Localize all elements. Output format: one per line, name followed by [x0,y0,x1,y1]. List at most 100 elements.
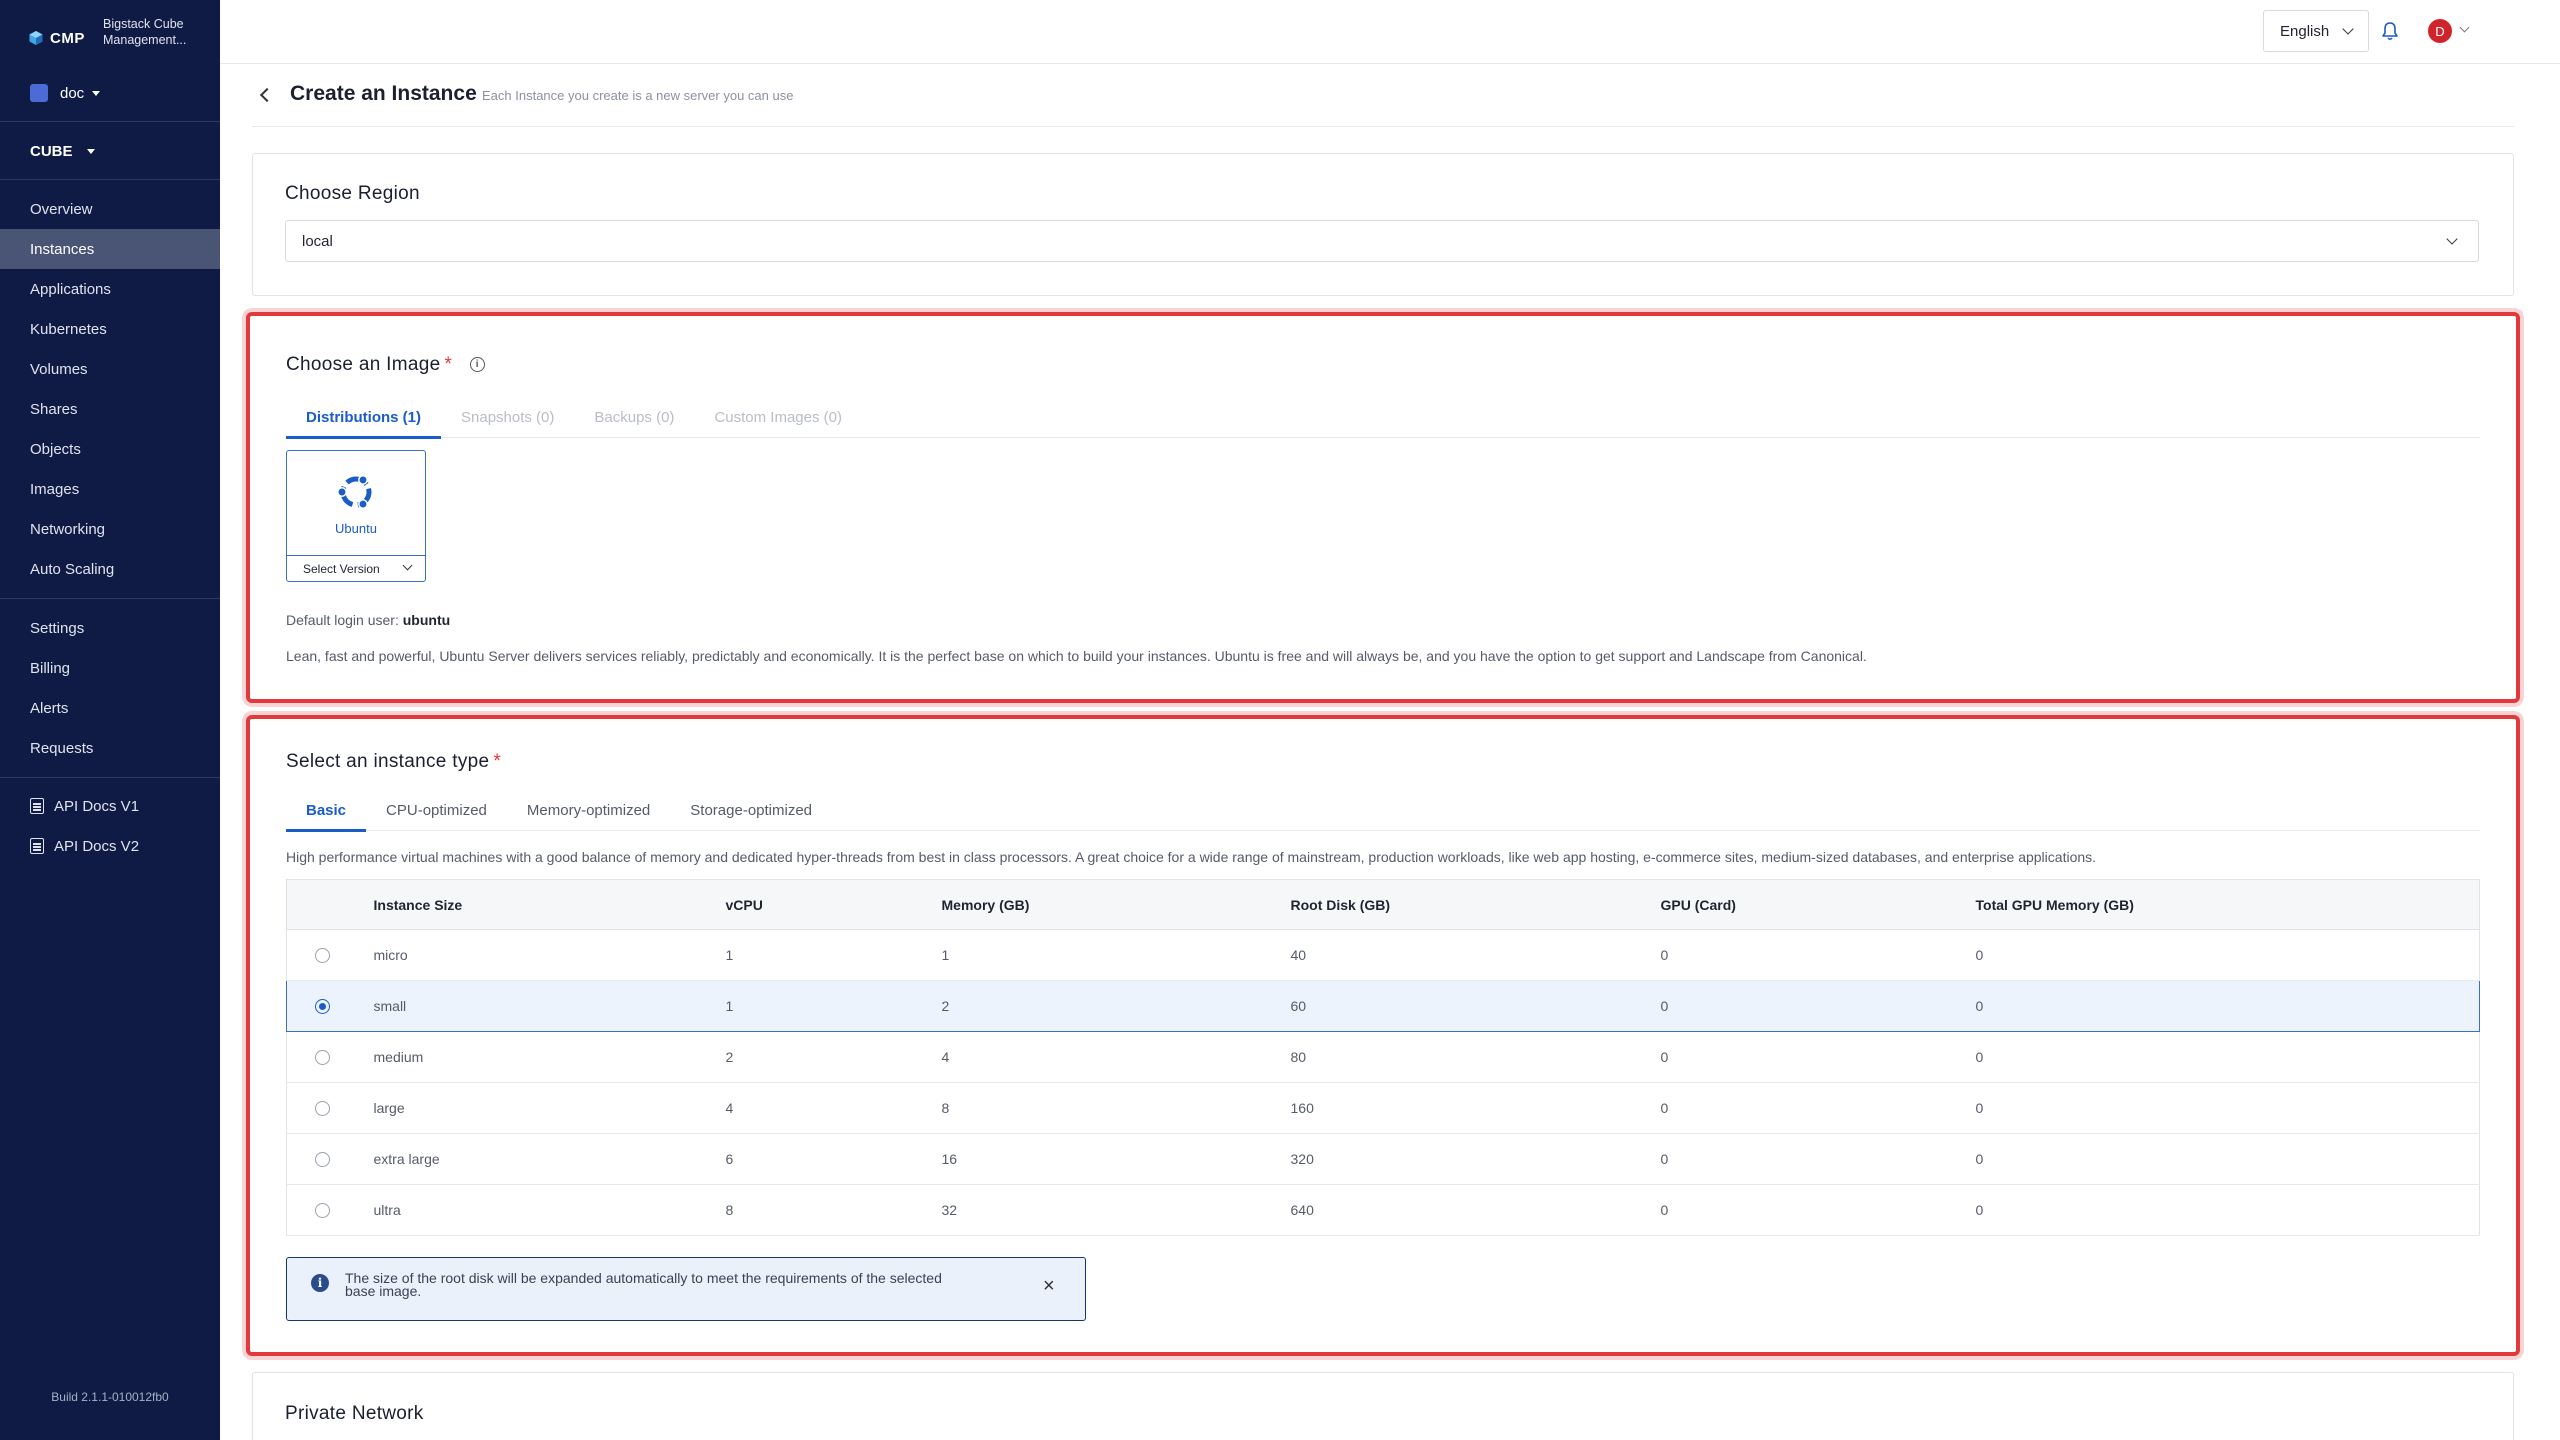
sidebar-item-images[interactable]: Images [0,469,220,509]
sidebar-item-api-docs-v1[interactable]: API Docs V1 [0,786,220,826]
notice-text: The size of the root disk will be expand… [345,1270,942,1299]
tab-snapshots[interactable]: Snapshots (0) [441,396,574,438]
divider [0,777,220,778]
sidebar-item-auto-scaling[interactable]: Auto Scaling [0,549,220,589]
table-cell: 0 [1660,980,1976,1032]
tab-distributions[interactable]: Distributions (1) [286,396,441,439]
root-disk-notice: i The size of the root disk will be expa… [286,1257,1086,1321]
top-bar [220,0,2560,64]
distribution-tile-ubuntu[interactable]: Ubuntu Select Version [286,450,426,582]
caret-down-icon [86,148,95,154]
brand-logo[interactable]: CMP [28,18,85,58]
tab-custom-images[interactable]: Custom Images (0) [694,396,862,438]
table-cell: 0 [1660,1031,1976,1083]
image-description: Lean, fast and powerful, Ubuntu Server d… [286,648,1867,664]
table-cell: 60 [1290,980,1661,1032]
column-header: Total GPU Memory (GB) [1975,879,2480,930]
language-select[interactable]: English [2263,10,2369,52]
page-title: Create an Instance [290,82,477,105]
ubuntu-icon [337,474,372,510]
close-icon[interactable]: × [1043,1276,1055,1296]
region-title: Choose Region [285,183,420,204]
table-cell: 2 [941,980,1291,1032]
sidebar-item-api-docs-v2[interactable]: API Docs V2 [0,826,220,866]
table-cell: 0 [1975,929,2480,981]
table-cell: 0 [1660,1133,1976,1185]
table-cell: ultra [373,1184,726,1236]
sidebar-item-settings[interactable]: Settings [0,608,220,648]
back-icon[interactable] [259,87,275,103]
private-network-title: Private Network [285,1403,424,1424]
bell-icon[interactable] [2380,20,2400,42]
version-select[interactable]: Select Version [287,555,425,581]
table-cell: extra large [373,1133,726,1185]
table-header-row: Instance Size vCPU Memory (GB) Root Disk… [286,879,2480,930]
instance-type-title-text: Select an instance type [286,751,490,772]
instance-size-radio[interactable] [315,999,330,1015]
instance-size-radio[interactable] [315,948,330,964]
instance-size-radio[interactable] [315,1101,330,1117]
caret-down-icon [92,90,101,96]
instance-type-card: Select an instance type * Basic CPU-optim… [246,715,2520,1356]
sidebar: CMP Bigstack Cube Management... doc CUBE… [0,0,220,1440]
sidebar-item-label: API Docs V1 [54,797,140,815]
sidebar-item-alerts[interactable]: Alerts [0,688,220,728]
document-icon [30,798,44,814]
table-cell: 16 [941,1133,1291,1185]
user-avatar[interactable]: D [2428,19,2452,43]
info-icon[interactable]: i [469,357,485,373]
sidebar-item-requests[interactable]: Requests [0,728,220,768]
sidebar-item-billing[interactable]: Billing [0,648,220,688]
distribution-name: Ubuntu [335,521,377,536]
project-switcher[interactable]: CUBE [30,138,95,164]
table-cell: 0 [1660,1184,1976,1236]
sidebar-item-volumes[interactable]: Volumes [0,349,220,389]
default-login: Default login user: ubuntu [286,612,450,628]
sidebar-item-objects[interactable]: Objects [0,429,220,469]
docs-nav: API Docs V1 API Docs V2 [0,786,220,866]
tab-storage-optimized[interactable]: Storage-optimized [670,789,832,831]
region-select[interactable]: local [285,220,2479,262]
build-version: Build 2.1.1-010012fb0 [51,1390,169,1404]
table-row[interactable]: micro 1 1 40 0 0 [286,929,2480,981]
document-icon [30,838,44,854]
sidebar-item-networking[interactable]: Networking [0,509,220,549]
tab-basic[interactable]: Basic [286,789,367,832]
sidebar-item-overview[interactable]: Overview [0,189,220,229]
table-cell: 6 [725,1133,942,1185]
tab-memory-optimized[interactable]: Memory-optimized [507,789,670,831]
tab-backups[interactable]: Backups (0) [574,396,694,438]
table-cell: 1 [941,929,1291,981]
table-cell: 32 [941,1184,1291,1236]
table-cell: 8 [941,1082,1291,1134]
table-cell: 1 [725,980,942,1032]
chevron-down-icon [402,560,413,571]
table-row[interactable]: extra large 6 16 320 0 0 [286,1133,2480,1185]
version-placeholder: Select Version [303,561,380,576]
sidebar-item-instances[interactable]: Instances [0,229,220,269]
table-row[interactable]: medium 2 4 80 0 0 [286,1031,2480,1083]
table-cell: micro [373,929,726,981]
instance-size-radio[interactable] [315,1152,330,1168]
sidebar-item-shares[interactable]: Shares [0,389,220,429]
required-mark: * [493,751,502,772]
instance-size-radio[interactable] [315,1203,330,1219]
language-value: English [2280,22,2330,40]
sidebar-item-kubernetes[interactable]: Kubernetes [0,309,220,349]
sidebar-item-applications[interactable]: Applications [0,269,220,309]
table-row[interactable]: small 1 2 60 0 0 [286,980,2480,1032]
region-card: Choose Region local [252,153,2514,296]
instance-size-rows: micro 1 1 40 0 0 small 1 2 60 0 0 medium 2 4 80 0 0 large 4… [286,929,2480,1236]
page-subtitle: Each Instance you create is a new server… [482,88,794,103]
login-label: Default login user: [286,612,399,628]
table-cell: 1 [725,929,942,981]
tab-cpu-optimized[interactable]: CPU-optimized [366,789,507,831]
instance-type-title: Select an instance type * [286,751,501,773]
table-cell: 4 [941,1031,1291,1083]
divider [0,598,220,599]
org-switcher[interactable]: doc [30,80,101,106]
table-row[interactable]: large 4 8 160 0 0 [286,1082,2480,1134]
instance-size-radio[interactable] [315,1050,330,1066]
brand-title: Bigstack Cube Management... [103,17,187,47]
table-row[interactable]: ultra 8 32 640 0 0 [286,1184,2480,1236]
